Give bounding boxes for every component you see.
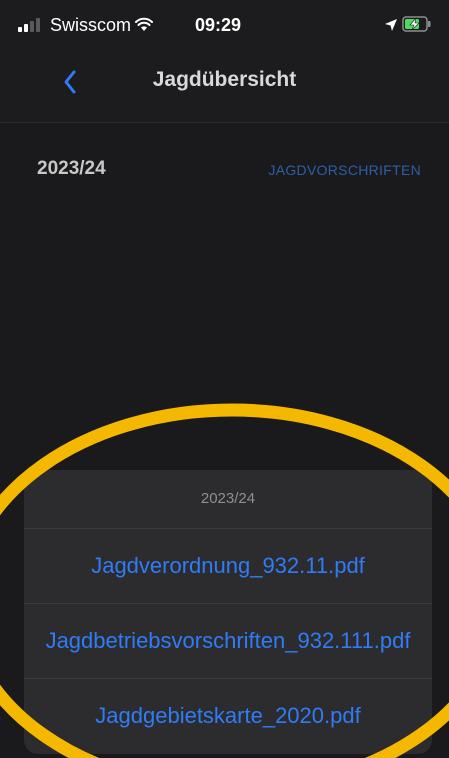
battery-charging-icon — [402, 16, 431, 32]
season-label: 2023/24 — [37, 158, 106, 179]
location-arrow-icon — [385, 19, 397, 31]
navigation-bar: Jagdübersicht — [0, 50, 449, 123]
option-jagdverordnung-pdf[interactable]: Jagdverordnung_932.11.pdf — [24, 529, 432, 604]
option-jagdgebietskarte-pdf[interactable]: Jagdgebietskarte_2020.pdf — [24, 679, 432, 753]
option-label: Jagdbetriebsvorschriften_932.111.pdf — [45, 628, 411, 653]
signal-bars-icon — [18, 18, 40, 32]
app-screen: Swisscom 09:29 Jagdübersicht 2023/24 JAG… — [0, 0, 449, 758]
carrier-name: Swisscom — [50, 15, 132, 35]
page-title: Jagdübersicht — [152, 68, 297, 91]
clock-time: 09:29 — [195, 15, 242, 35]
option-jagdbetriebsvorschriften-pdf[interactable]: Jagdbetriebsvorschriften_932.111.pdf — [24, 604, 432, 679]
hunting-rules-link[interactable]: JAGDVORSCHRIFTEN — [268, 162, 421, 178]
action-sheet-title: 2023/24 — [24, 470, 432, 529]
wifi-icon — [135, 17, 153, 31]
action-sheet: 2023/24 Jagdverordnung_932.11.pdf Jagdbe… — [24, 470, 432, 754]
status-bar: Swisscom 09:29 — [0, 0, 449, 50]
